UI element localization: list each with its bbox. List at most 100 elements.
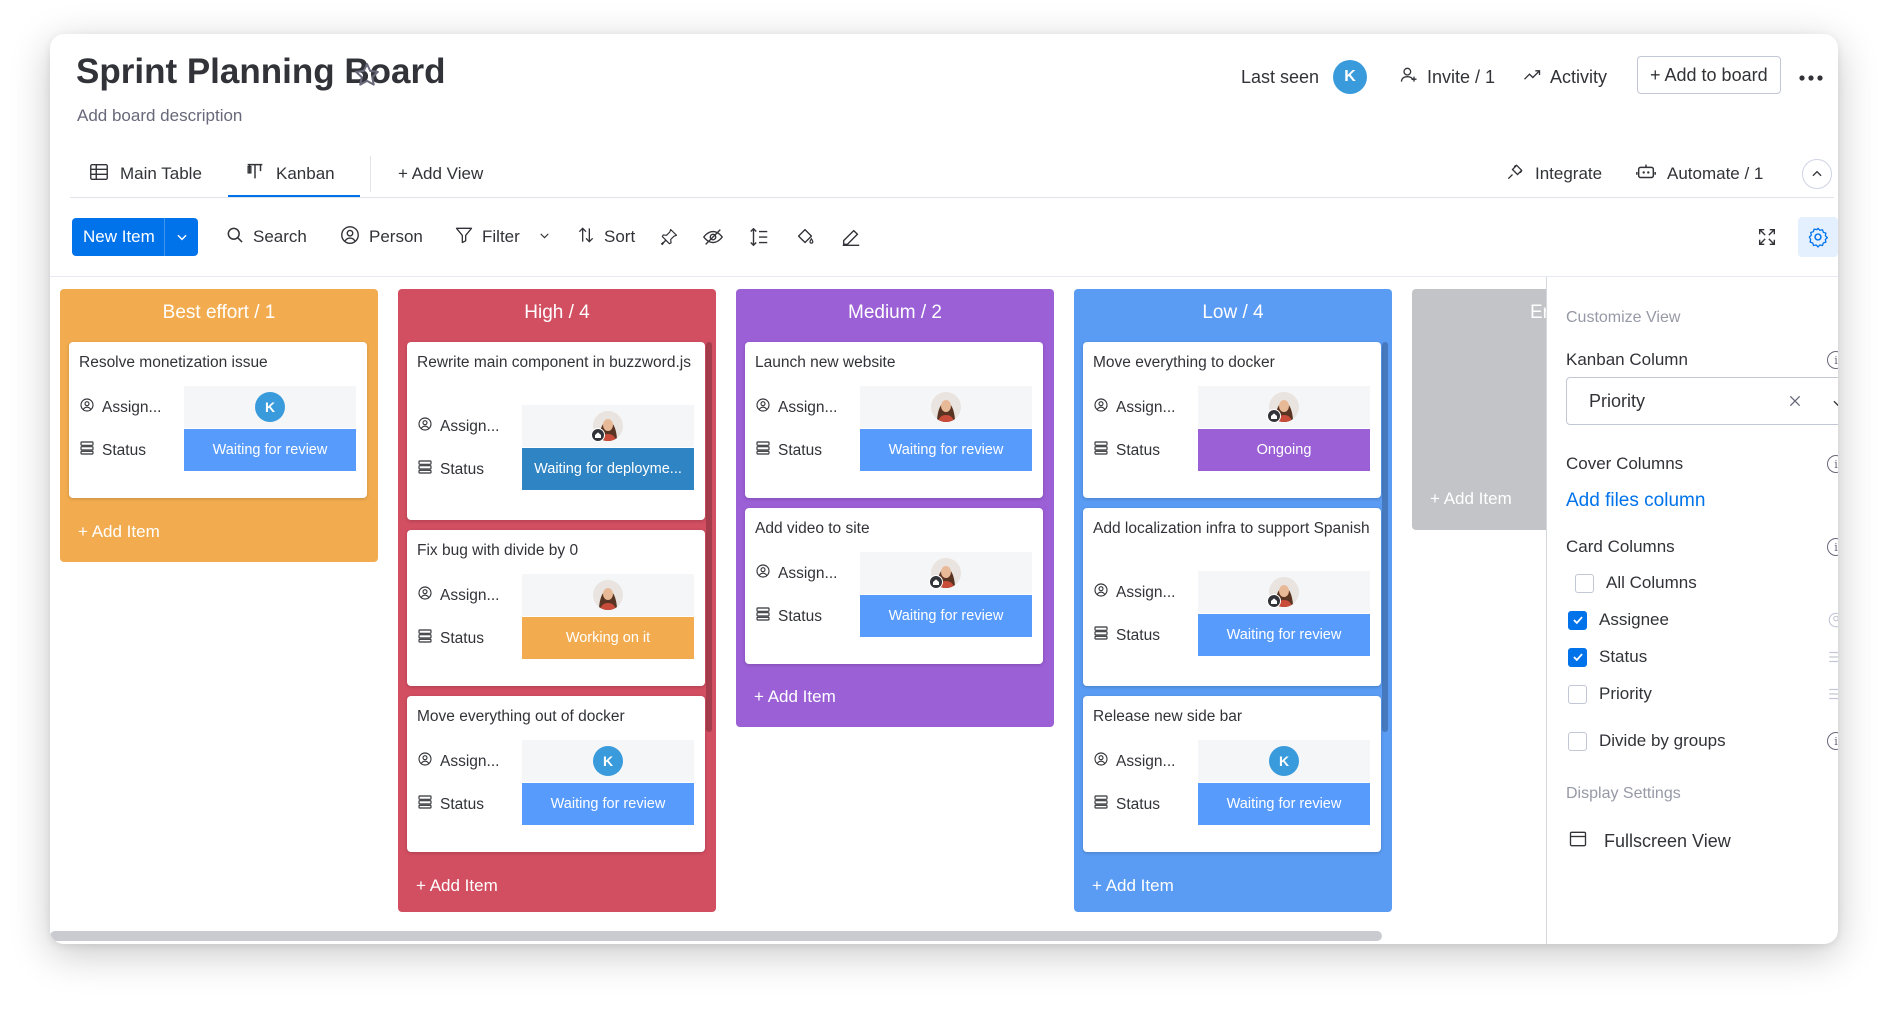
card-title[interactable]: Release new side bar — [1093, 705, 1373, 728]
assignee-cell[interactable]: K — [1198, 740, 1370, 782]
assignee-cell[interactable]: K — [184, 386, 356, 428]
status-badge[interactable]: Waiting for review — [184, 429, 356, 471]
status-badge[interactable]: Working on it — [522, 617, 694, 659]
card-title[interactable]: Move everything out of docker — [417, 705, 697, 728]
status-badge[interactable]: Waiting for review — [1198, 783, 1370, 825]
card-title[interactable]: Fix bug with divide by 0 — [417, 539, 697, 562]
option-divide-by-groups[interactable]: Divide by groups — [1568, 731, 1726, 751]
info-icon[interactable]: i — [1827, 455, 1838, 473]
search-button[interactable]: Search — [225, 222, 307, 252]
status-badge[interactable]: Waiting for deployme... — [522, 448, 694, 490]
assignee-cell[interactable] — [1198, 386, 1370, 428]
board-horizontal-scrollbar[interactable] — [50, 931, 1382, 941]
kanban-card[interactable]: Move everything out of docker Assign... K S… — [407, 696, 705, 852]
tab-main-table[interactable]: Main Table — [88, 154, 202, 194]
clear-x-icon[interactable] — [1787, 393, 1803, 414]
card-title[interactable]: Move everything to docker — [1093, 351, 1373, 374]
invite-button[interactable]: Invite / 1 — [1399, 62, 1495, 92]
checkbox-checked[interactable] — [1568, 610, 1587, 630]
column-header[interactable]: Low / 4 — [1074, 289, 1392, 337]
card-title[interactable]: Rewrite main component in buzzword.js — [417, 351, 697, 374]
select-chevron-down-icon[interactable] — [1831, 394, 1838, 415]
funnel-icon — [454, 225, 474, 250]
kanban-card[interactable]: Add video to site Assign... Status Waiting … — [745, 508, 1043, 664]
card-title[interactable]: Launch new website — [755, 351, 1035, 374]
pin-icon[interactable] — [654, 222, 684, 252]
assignee-cell[interactable] — [522, 574, 694, 616]
option-status[interactable]: Status — [1568, 647, 1647, 667]
status-badge[interactable]: Waiting for review — [1198, 614, 1370, 656]
status-icon — [417, 628, 433, 649]
last-seen[interactable]: Last seen K — [1241, 60, 1368, 94]
fullscreen-view-option[interactable]: Fullscreen View — [1568, 829, 1731, 854]
kanban-card[interactable]: Fix bug with divide by 0 Assign... Status W… — [407, 530, 705, 686]
kanban-card[interactable]: Rewrite main component in buzzword.js Ass… — [407, 342, 705, 520]
column-header[interactable]: Best effort / 1 — [60, 289, 378, 337]
kanban-card[interactable]: Move everything to docker Assign... Status… — [1083, 342, 1381, 498]
option-label: Status — [1599, 647, 1648, 666]
add-item-button[interactable]: + Add Item — [416, 876, 498, 896]
column-header[interactable]: High / 4 — [398, 289, 716, 337]
hide-eye-icon[interactable] — [698, 222, 728, 252]
add-to-board-button[interactable]: + Add to board — [1637, 56, 1781, 94]
add-item-button[interactable]: + Add Item — [1092, 876, 1174, 896]
kanban-card[interactable]: Release new side bar Assign... K Status Wait… — [1083, 696, 1381, 852]
info-icon[interactable]: i — [1827, 538, 1838, 556]
column-scrollbar[interactable] — [1382, 342, 1388, 732]
status-badge[interactable]: Waiting for review — [860, 595, 1032, 637]
tab-kanban[interactable]: Kanban — [244, 154, 335, 194]
status-badge[interactable]: Waiting for review — [860, 429, 1032, 471]
column-header[interactable]: Medium / 2 — [736, 289, 1054, 337]
new-item-button[interactable]: New Item — [72, 218, 198, 256]
option-all-columns[interactable]: All Columns — [1575, 573, 1697, 593]
sort-button[interactable]: Sort — [576, 222, 635, 252]
assignee-cell[interactable] — [860, 552, 1032, 594]
option-assignee[interactable]: Assignee — [1568, 610, 1669, 630]
board-description[interactable]: Add board description — [77, 106, 242, 126]
favorite-star-icon[interactable] — [352, 60, 382, 90]
fullscreen-expand-icon[interactable] — [1752, 222, 1782, 252]
card-title[interactable]: Resolve monetization issue — [79, 351, 359, 374]
kanban-card[interactable]: Resolve monetization issue Assign... K Stat… — [69, 342, 367, 498]
info-icon[interactable]: i — [1827, 732, 1838, 750]
assignee-cell[interactable] — [1198, 571, 1370, 613]
checkbox-checked[interactable] — [1568, 647, 1587, 667]
add-item-button[interactable]: + Add Item — [754, 687, 836, 707]
column-scrollbar[interactable] — [706, 342, 712, 732]
kanban-card[interactable]: Launch new website Assign... Status Waiting… — [745, 342, 1043, 498]
activity-button[interactable]: Activity — [1522, 62, 1607, 92]
checkbox[interactable] — [1568, 684, 1587, 704]
checkbox[interactable] — [1568, 731, 1587, 751]
kanban-column-select[interactable]: Priority — [1566, 377, 1838, 425]
more-options-icon[interactable] — [1798, 70, 1824, 88]
assignee-row: Assign... K — [1083, 740, 1381, 782]
row-height-icon[interactable] — [744, 222, 774, 252]
filter-chevron-down-icon[interactable] — [538, 227, 551, 247]
integrate-button[interactable]: Integrate — [1505, 154, 1602, 194]
option-priority[interactable]: Priority — [1568, 684, 1652, 704]
status-row: Status Waiting for review — [745, 595, 1043, 637]
edit-pen-icon[interactable] — [836, 222, 866, 252]
status-badge[interactable]: Waiting for review — [522, 783, 694, 825]
status-badge[interactable]: Ongoing — [1198, 429, 1370, 471]
paint-bucket-icon[interactable] — [790, 222, 820, 252]
kanban-card[interactable]: Add localization infra to support Spanis… — [1083, 508, 1381, 686]
add-item-button[interactable]: + Add Item — [1430, 489, 1512, 509]
settings-gear-icon[interactable] — [1798, 217, 1838, 257]
collapse-header-chevron-up-icon[interactable] — [1802, 159, 1832, 189]
info-icon[interactable]: i — [1827, 351, 1838, 369]
automate-button[interactable]: Automate / 1 — [1635, 154, 1763, 194]
assignee-cell[interactable] — [522, 405, 694, 447]
person-filter-button[interactable]: Person — [339, 222, 423, 252]
card-title[interactable]: Add video to site — [755, 517, 1035, 540]
add-item-button[interactable]: + Add Item — [78, 522, 160, 542]
add-files-column-link[interactable]: Add files column — [1566, 490, 1705, 512]
filter-button[interactable]: Filter — [454, 222, 551, 252]
card-title[interactable]: Add localization infra to support Spanis… — [1093, 517, 1373, 540]
board-title[interactable]: Sprint Planning Board — [76, 52, 445, 92]
assignee-cell[interactable] — [860, 386, 1032, 428]
new-item-dropdown-chevron-down-icon[interactable] — [164, 218, 198, 256]
add-view-button[interactable]: + Add View — [398, 154, 483, 194]
checkbox[interactable] — [1575, 573, 1594, 593]
assignee-cell[interactable]: K — [522, 740, 694, 782]
